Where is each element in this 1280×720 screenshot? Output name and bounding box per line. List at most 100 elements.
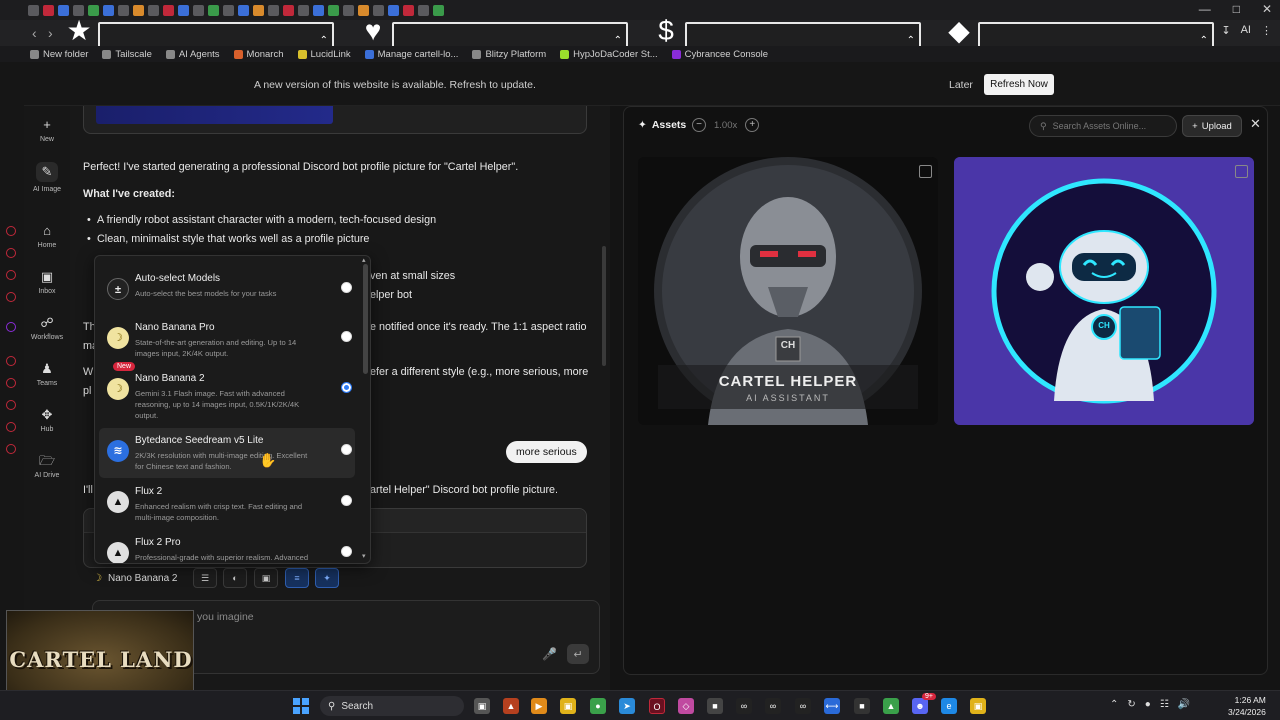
model-radio[interactable] xyxy=(341,495,352,506)
nav-inbox[interactable]: ▣ Inbox xyxy=(24,270,70,296)
bookmark[interactable]: Manage cartell-lo... xyxy=(364,49,458,60)
chat-scrollbar[interactable] xyxy=(601,106,607,556)
overlay-field[interactable]: ⌃ xyxy=(685,22,921,48)
send-button[interactable]: ↵ xyxy=(567,644,589,664)
tab-favicon[interactable] xyxy=(193,4,204,16)
model-option[interactable]: ▲ Flux 2 Enhanced realism with crisp tex… xyxy=(99,479,355,529)
overlay-field[interactable]: ⌃ xyxy=(392,22,628,48)
tab-favicon[interactable] xyxy=(88,4,99,16)
microphone-icon[interactable]: 🎤 xyxy=(542,647,557,661)
tab-favicon[interactable] xyxy=(343,4,354,16)
tab-favicon[interactable] xyxy=(313,4,324,16)
minimize-icon[interactable]: — xyxy=(1199,2,1211,16)
close-icon[interactable]: ✕ xyxy=(1262,2,1272,16)
tab-favicon[interactable] xyxy=(133,4,144,16)
settings-icon[interactable] xyxy=(6,444,16,454)
volume-icon[interactable]: 🔊 xyxy=(1178,699,1190,710)
model-option[interactable]: ± Auto-select Models Auto-select the bes… xyxy=(99,266,355,316)
app-icon[interactable]: ∞ xyxy=(736,698,752,714)
network-icon[interactable]: ☷ xyxy=(1160,699,1169,710)
asset-card[interactable]: CARTEL HELPER AI ASSISTANT CH xyxy=(638,157,938,425)
sidebar-app-icon[interactable] xyxy=(6,400,16,410)
nav-new[interactable]: + New xyxy=(24,118,70,144)
asset-card[interactable]: CH xyxy=(954,157,1254,425)
taskbar-search[interactable]: ⚲ Search xyxy=(320,696,464,716)
windows-start-icon[interactable] xyxy=(293,698,309,714)
nav-ai-image[interactable]: ✎ AI Image xyxy=(24,162,70,193)
refresh-now-button[interactable]: Refresh Now xyxy=(984,74,1054,95)
star-icon[interactable]: ★ xyxy=(64,16,94,46)
later-button[interactable]: Later xyxy=(949,79,973,91)
tab-favicon[interactable] xyxy=(253,4,264,16)
tab-favicon[interactable] xyxy=(388,4,399,16)
telegram-icon[interactable]: ➤ xyxy=(619,698,635,714)
tab-favicon[interactable] xyxy=(238,4,249,16)
zoom-in-button[interactable]: + xyxy=(745,118,760,132)
nav-workflows[interactable]: ☍ Workflows xyxy=(24,316,70,342)
zoom-out-button[interactable]: − xyxy=(692,118,706,132)
model-radio[interactable] xyxy=(341,282,352,293)
app-icon[interactable]: ▣ xyxy=(970,698,986,714)
aspect-ratio-button[interactable]: ◐ xyxy=(223,568,247,588)
model-selector-button[interactable]: ☽ Nano Banana 2 xyxy=(93,568,177,588)
scrollbar-thumb[interactable] xyxy=(602,246,606,366)
model-radio[interactable] xyxy=(341,331,352,342)
select-checkbox[interactable] xyxy=(919,165,932,178)
close-icon[interactable]: ✕ xyxy=(1250,116,1261,132)
app-icon[interactable]: ● xyxy=(590,698,606,714)
twitch-icon[interactable] xyxy=(6,322,16,332)
tab-favicon[interactable] xyxy=(283,4,294,16)
vscode-icon[interactable]: ⟷ xyxy=(824,698,840,714)
bookmark[interactable]: New folder xyxy=(30,49,88,60)
app-icon[interactable]: ◇ xyxy=(678,698,694,714)
text-format-button[interactable]: ≡ xyxy=(285,568,309,588)
app-icon[interactable]: ■ xyxy=(854,698,870,714)
magic-button[interactable]: ✦ xyxy=(315,568,339,588)
opera-icon[interactable]: O xyxy=(649,698,665,714)
upload-button[interactable]: + Upload xyxy=(1182,115,1242,137)
tab-favicon[interactable] xyxy=(28,4,39,16)
tab-favicon[interactable] xyxy=(148,4,159,16)
discord-icon[interactable]: ☻ xyxy=(912,698,928,714)
scrollbar-thumb[interactable] xyxy=(363,264,368,374)
tab-favicon[interactable] xyxy=(358,4,369,16)
tab-favicon[interactable] xyxy=(403,4,414,16)
back-icon[interactable]: ‹ xyxy=(32,25,37,41)
tab-favicon[interactable] xyxy=(298,4,309,16)
tab-favicon[interactable] xyxy=(268,4,279,16)
diamond-icon[interactable]: ◆ xyxy=(944,16,974,46)
dropdown-scrollbar[interactable]: ▴ ▾ xyxy=(362,257,368,561)
app-icon[interactable]: ∞ xyxy=(795,698,811,714)
select-checkbox[interactable] xyxy=(1235,165,1248,178)
nav-hub[interactable]: ✥ Hub xyxy=(24,408,70,434)
bookmark[interactable]: HypJoDaCoder St... xyxy=(560,49,658,60)
model-option[interactable]: ☽ New Nano Banana 2 Gemini 3.1 Flash ima… xyxy=(99,362,355,420)
ai-button[interactable]: AI xyxy=(1241,24,1251,37)
app-icon[interactable]: ▲ xyxy=(503,698,519,714)
generated-image-card[interactable] xyxy=(83,106,587,134)
edge-icon[interactable]: e xyxy=(941,698,957,714)
menu-icon[interactable]: ⋮ xyxy=(1261,24,1272,37)
sidebar-app-icon[interactable] xyxy=(6,356,16,366)
assets-search[interactable]: ⚲ Search Assets Online... xyxy=(1029,115,1177,137)
overlay-field[interactable]: ⌃ xyxy=(978,22,1214,48)
tab-favicon[interactable] xyxy=(58,4,69,16)
settings-sliders-button[interactable]: ☰ xyxy=(193,568,217,588)
model-radio[interactable] xyxy=(341,546,352,557)
tab-favicon[interactable] xyxy=(328,4,339,16)
bookmark[interactable]: Cybrancee Console xyxy=(671,49,768,60)
model-option[interactable]: ☽ Nano Banana Pro State-of-the-art gener… xyxy=(99,315,355,365)
nav-home[interactable]: ⌂ Home xyxy=(24,224,70,250)
tray-app-icon[interactable]: ● xyxy=(1145,699,1151,710)
model-option[interactable]: ≋ Bytedance Seedream v5 Lite 2K/3K resol… xyxy=(99,428,355,478)
bookmark[interactable]: Monarch xyxy=(233,49,284,60)
forward-icon[interactable]: › xyxy=(48,25,53,41)
tab-favicon[interactable] xyxy=(433,4,444,16)
tab-favicon[interactable] xyxy=(73,4,84,16)
tab-favicon[interactable] xyxy=(418,4,429,16)
download-icon[interactable]: ↧ xyxy=(1221,24,1230,37)
tab-favicon[interactable] xyxy=(208,4,219,16)
maximize-icon[interactable]: □ xyxy=(1233,2,1240,16)
file-explorer-icon[interactable]: ▣ xyxy=(560,698,576,714)
sidebar-app-icon[interactable] xyxy=(6,248,16,258)
